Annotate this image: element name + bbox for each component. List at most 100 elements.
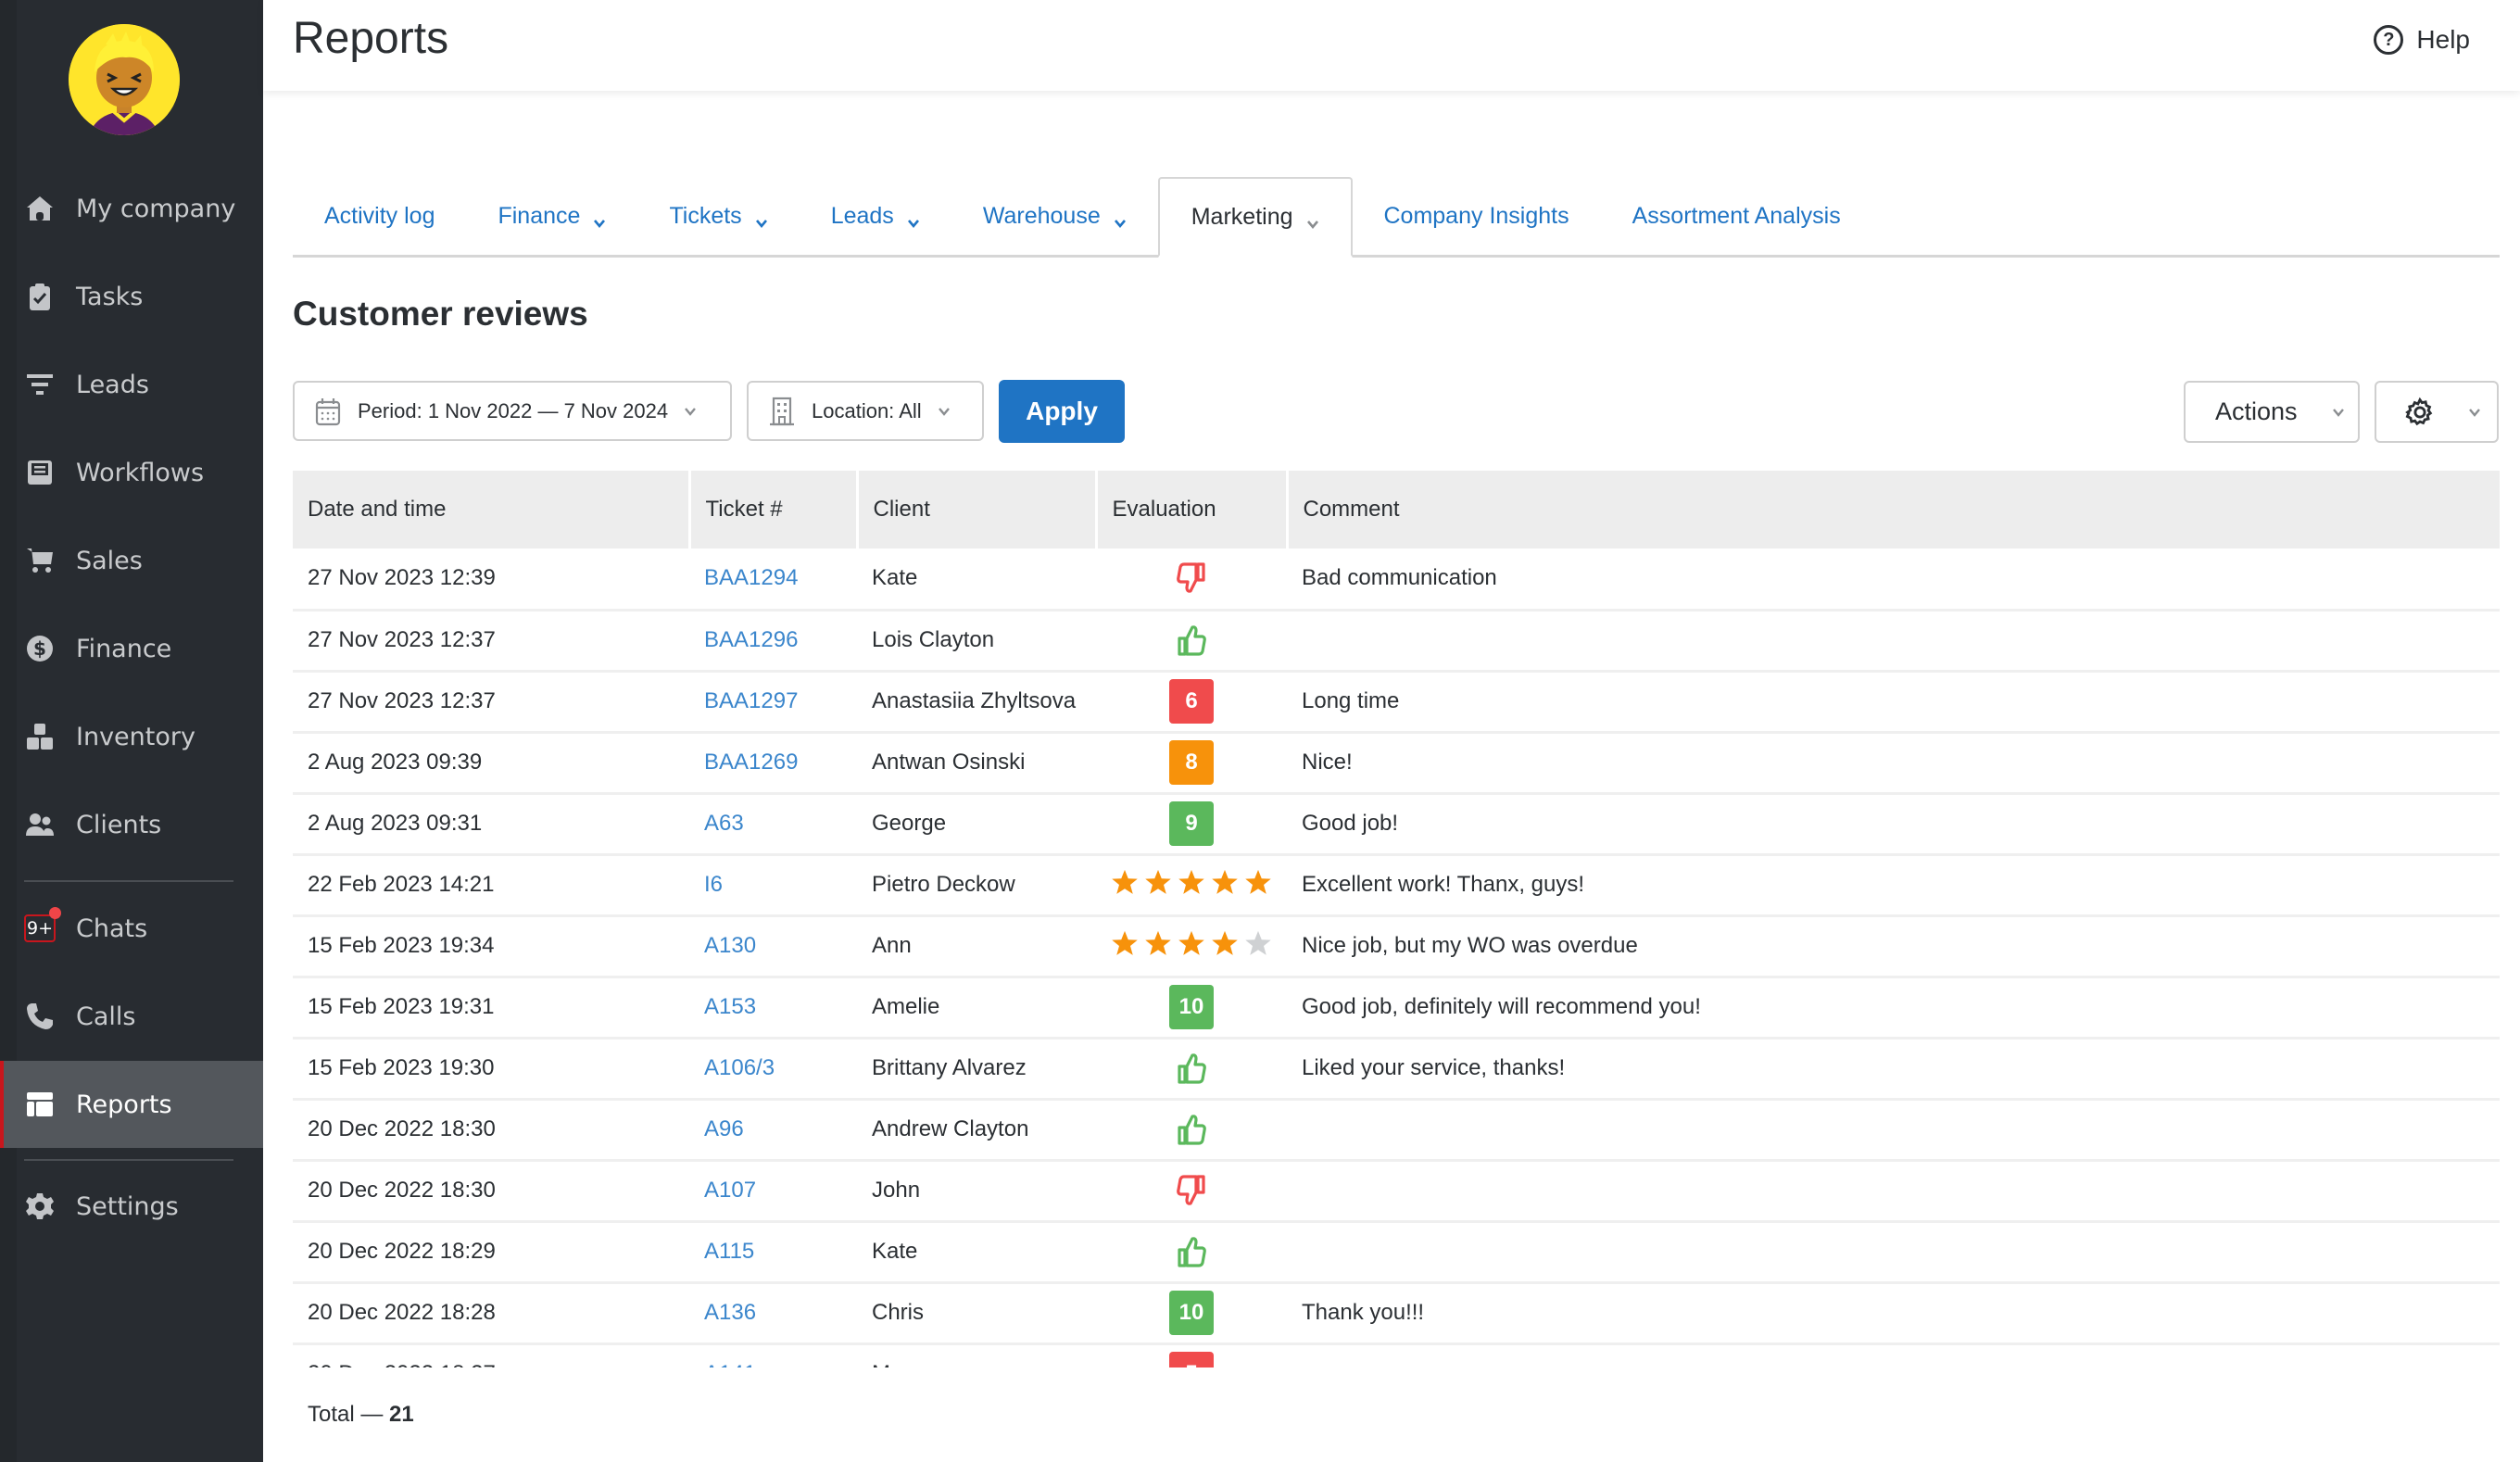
ticket-link[interactable]: BAA1269 [704, 750, 798, 775]
table-row[interactable]: 2 Aug 2023 09:39 BAA1269 Antwan Osinski 8 Ni… [293, 732, 2500, 795]
sidebar-item-sales[interactable]: Sales [0, 517, 263, 604]
tab-label: Assortment Analysis [1632, 202, 1841, 229]
table-row[interactable]: 15 Feb 2023 19:34 A130 Ann Nice job, but my… [293, 915, 2500, 978]
tab-activity-log[interactable]: Activity log [293, 177, 466, 255]
table-row[interactable]: 27 Nov 2023 12:37 BAA1297 Anastasiia Zhylt… [293, 671, 2500, 734]
cell-evaluation [1096, 1038, 1287, 1101]
user-avatar-icon[interactable] [69, 24, 180, 135]
table-row[interactable]: 27 Nov 2023 12:39 BAA1294 Kate Bad communic… [293, 548, 2500, 611]
cell-comment: Thank you!!! [1287, 1282, 2500, 1345]
table-row[interactable]: 20 Dec 2022 18:28 A136 Chris 10 Thank you!!! [293, 1282, 2500, 1345]
help-icon: ? [2374, 25, 2404, 55]
clipboard-check-icon [24, 281, 56, 312]
cell-date: 20 Dec 2022 18:30 [293, 1160, 689, 1223]
location-filter[interactable]: Location: All [747, 381, 984, 441]
sidebar-item-workflows[interactable]: Workflows [0, 429, 263, 516]
tab-company-insights[interactable]: Company Insights [1353, 177, 1601, 255]
ticket-link[interactable]: A153 [704, 994, 756, 1019]
cart-icon [24, 545, 56, 576]
table-row[interactable]: 15 Feb 2023 19:31 A153 Amelie 10 Good job, d… [293, 977, 2500, 1040]
table-row[interactable]: 20 Dec 2022 18:30 A96 Andrew Clayton [293, 1099, 2500, 1162]
ticket-link[interactable]: BAA1297 [704, 688, 798, 713]
cell-client: George [857, 793, 1096, 856]
tab-leads[interactable]: Leads [800, 177, 951, 255]
reviews-table: Date and time Ticket # Client Evaluation… [293, 471, 2500, 1367]
sidebar-item-calls[interactable]: Calls [0, 973, 263, 1060]
cell-client: Lois Clayton [857, 610, 1096, 673]
ticket-link[interactable]: A130 [704, 933, 756, 958]
section-title: Customer reviews [293, 295, 588, 333]
period-filter[interactable]: Period: 1 Nov 2022 — 7 Nov 2024 [293, 381, 732, 441]
ticket-link[interactable]: I6 [704, 872, 723, 897]
sidebar-item-finance[interactable]: $ Finance [0, 605, 263, 692]
tab-warehouse[interactable]: Warehouse [951, 177, 1158, 255]
table-row[interactable]: 2 Aug 2023 09:31 A63 George 9 Good job! [293, 793, 2500, 856]
cell-date: 27 Nov 2023 12:37 [293, 610, 689, 673]
thumbs-down-icon [1176, 1175, 1207, 1205]
ticket-link[interactable]: A115 [704, 1239, 754, 1264]
tab-finance[interactable]: Finance [466, 177, 637, 255]
ticket-link[interactable]: A141 [704, 1361, 756, 1367]
cell-ticket: A153 [689, 977, 857, 1040]
tab-tickets[interactable]: Tickets [637, 177, 799, 255]
sidebar-item-inventory[interactable]: Inventory [0, 693, 263, 780]
thumbs-down-icon [1176, 562, 1207, 594]
sidebar-item-label: Finance [76, 634, 172, 663]
cell-comment: Good job, definitely will recommend you! [1287, 977, 2500, 1040]
help-button[interactable]: ? Help [2374, 25, 2470, 55]
column-header-client[interactable]: Client [857, 471, 1098, 548]
cell-ticket: A115 [689, 1221, 857, 1284]
thumbs-up-icon [1176, 1115, 1207, 1145]
ticket-link[interactable]: A106/3 [704, 1055, 775, 1080]
sidebar-item-label: My company [76, 194, 236, 223]
table-row[interactable]: 20 Dec 2022 18:29 A115 Kate [293, 1221, 2500, 1284]
column-header-ticket[interactable]: Ticket # [689, 471, 859, 548]
settings-menu-button[interactable] [2375, 381, 2499, 443]
cell-client: Pietro Deckow [857, 854, 1096, 917]
table-row[interactable]: 27 Nov 2023 12:37 BAA1296 Lois Clayton [293, 610, 2500, 673]
ticket-link[interactable]: A63 [704, 811, 744, 836]
sidebar-item-my-company[interactable]: My company [0, 165, 263, 252]
chevron-down-icon[interactable] [2316, 405, 2361, 420]
ticket-link[interactable]: A136 [704, 1300, 756, 1325]
column-header-evaluation[interactable]: Evaluation [1096, 471, 1289, 548]
chevron-down-icon [683, 404, 698, 419]
column-header-date[interactable]: Date and time [293, 471, 691, 548]
cell-comment: Excellent work! Thanx, guys! [1287, 854, 2500, 917]
cell-comment: Good job! [1287, 793, 2500, 856]
sidebar-item-tasks[interactable]: Tasks [0, 253, 263, 340]
ticket-link[interactable]: A107 [704, 1178, 756, 1203]
chat-badge-icon: 9+ [24, 907, 61, 944]
star-filled-icon [1211, 929, 1239, 964]
cell-evaluation [1096, 1221, 1287, 1284]
star-filled-icon [1244, 868, 1272, 902]
cell-evaluation [1096, 1099, 1287, 1162]
ticket-link[interactable]: A96 [704, 1116, 744, 1141]
table-row[interactable]: 20 Dec 2022 18:30 A107 John [293, 1160, 2500, 1223]
sidebar-item-reports[interactable]: Reports [0, 1061, 263, 1148]
cell-date: 2 Aug 2023 09:39 [293, 732, 689, 795]
cell-evaluation: 9 [1096, 793, 1287, 856]
ticket-link[interactable]: BAA1296 [704, 627, 798, 652]
table-row[interactable]: 22 Feb 2023 14:21 I6 Pietro Deckow Excellen… [293, 854, 2500, 917]
column-header-comment[interactable]: Comment [1287, 471, 2500, 548]
page-title: Reports [293, 14, 449, 63]
cell-client: Amelie [857, 977, 1096, 1040]
score-badge: 10 [1169, 1291, 1214, 1335]
report-tabs: Activity log Finance Tickets Leads Warehouse… [293, 177, 2500, 258]
table-row[interactable]: 20 Dec 2022 18:27 A141 Maya 5 [293, 1343, 2500, 1367]
actions-button[interactable]: Actions [2184, 381, 2360, 443]
star-filled-icon [1111, 929, 1139, 964]
tab-assortment-analysis[interactable]: Assortment Analysis [1601, 177, 1872, 255]
sidebar-item-clients[interactable]: Clients [0, 781, 263, 868]
table-row[interactable]: 15 Feb 2023 19:30 A106/3 Brittany Alvarez L… [293, 1038, 2500, 1101]
tab-marketing[interactable]: Marketing [1157, 177, 1353, 258]
ticket-link[interactable]: BAA1294 [704, 565, 798, 590]
sidebar-item-chats[interactable]: 9+ Chats [0, 885, 263, 972]
sidebar: My company Tasks Leads Workflows Sales $ Finan… [0, 0, 263, 1462]
chevron-down-icon[interactable] [2452, 405, 2497, 420]
apply-button[interactable]: Apply [999, 380, 1125, 443]
sidebar-item-leads[interactable]: Leads [0, 341, 263, 428]
sidebar-item-settings[interactable]: Settings [0, 1163, 263, 1250]
cell-comment [1287, 610, 2500, 673]
